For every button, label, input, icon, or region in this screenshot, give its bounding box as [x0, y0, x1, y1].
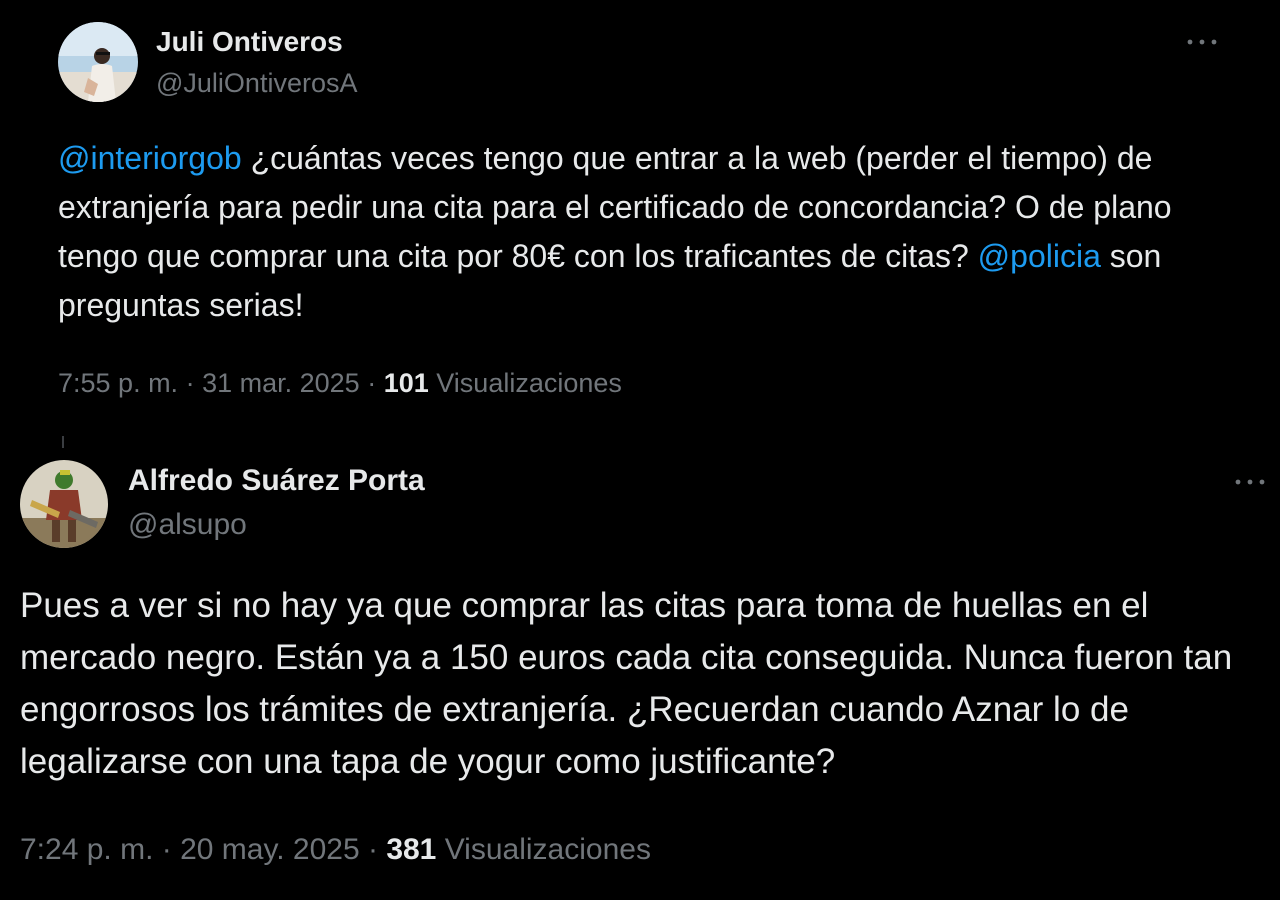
tweet-text: @interiorgob ¿cuántas veces tengo que en…: [58, 134, 1228, 330]
author-name[interactable]: Juli Ontiveros: [156, 26, 343, 58]
author-handle[interactable]: @alsupo: [128, 508, 247, 542]
tweet-time[interactable]: 7:24 p. m.: [20, 833, 153, 866]
author-avatar[interactable]: [58, 22, 138, 102]
views-count: 381: [386, 833, 437, 866]
views-label[interactable]: Visualizaciones: [445, 833, 651, 866]
tweet-reply: Alfredo Suárez Porta @alsupo Pues a ver …: [0, 440, 1280, 900]
mention-link[interactable]: @policia: [978, 238, 1101, 274]
tweet-metadata: 7:55 p. m. · 31 mar. 2025 · 101 Visualiz…: [58, 368, 622, 399]
author-name[interactable]: Alfredo Suárez Porta: [128, 464, 425, 498]
tweet-date[interactable]: 20 may. 2025: [180, 833, 360, 866]
views-count: 101: [383, 368, 429, 398]
separator: ·: [359, 833, 387, 866]
author-avatar[interactable]: [20, 460, 108, 548]
avatar-photo: [20, 460, 108, 548]
mention-link[interactable]: @interiorgob: [58, 140, 242, 176]
more-options-button[interactable]: [1230, 472, 1270, 492]
avatar-photo: [58, 22, 138, 102]
separator: ·: [359, 368, 384, 398]
more-horizontal-icon: [1235, 479, 1265, 485]
separator: ·: [178, 368, 203, 398]
tweet-date[interactable]: 31 mar. 2025: [202, 368, 360, 398]
tweet-text: Pues a ver si no hay ya que comprar las …: [20, 586, 1233, 781]
views-label[interactable]: Visualizaciones: [436, 368, 622, 398]
tweet-metadata: 7:24 p. m. · 20 may. 2025 · 381 Visualiz…: [20, 833, 651, 867]
tweet-original: Juli Ontiveros @JuliOntiverosA @interior…: [0, 0, 1280, 430]
tweet-time[interactable]: 7:55 p. m.: [58, 368, 178, 398]
more-options-button[interactable]: [1182, 32, 1222, 52]
more-horizontal-icon: [1187, 39, 1217, 45]
author-handle[interactable]: @JuliOntiverosA: [156, 68, 357, 99]
separator: ·: [153, 833, 181, 866]
